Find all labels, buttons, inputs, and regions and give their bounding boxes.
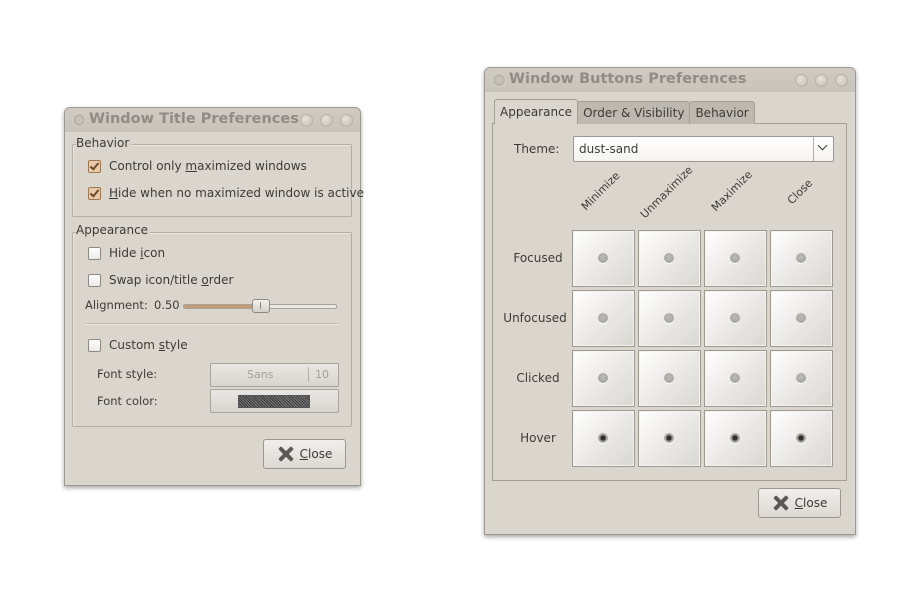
button-preview-icon (796, 433, 806, 443)
preview-cell-unfocused-unmaximize (638, 290, 701, 347)
chevron-down-icon[interactable] (813, 137, 833, 161)
checkbox-box[interactable] (88, 246, 101, 260)
tab-appearance[interactable]: Appearance (494, 99, 579, 124)
button-preview-icon (598, 313, 608, 323)
button-preview-icon (664, 313, 674, 323)
preview-cell-hover-unmaximize (638, 410, 701, 467)
row-label-focused: Focused (513, 251, 563, 265)
button-preview-icon (598, 433, 608, 443)
titlebar[interactable]: Window Buttons Preferences (485, 68, 855, 92)
swap-icon-title-order-checkbox[interactable]: Swap icon/title order (88, 273, 233, 287)
alignment-value: 0.50 (154, 298, 180, 312)
theme-value: dust-sand (579, 142, 639, 156)
button-preview-icon (598, 253, 608, 263)
row-label-clicked: Clicked (516, 371, 560, 385)
preview-cell-hover-minimize (572, 410, 635, 467)
behavior-label: Behavior (76, 136, 132, 150)
preview-cell-clicked-minimize (572, 350, 635, 407)
minimize-window-button[interactable] (300, 114, 313, 127)
preview-cell-focused-maximize (704, 230, 767, 287)
window-menu-icon[interactable] (492, 73, 506, 87)
preview-cell-hover-maximize (704, 410, 767, 467)
button-preview-icon (730, 313, 740, 323)
font-color-button[interactable] (210, 389, 339, 413)
font-size: 10 (315, 368, 329, 381)
preview-cell-unfocused-maximize (704, 290, 767, 347)
window-menu-icon[interactable] (72, 113, 86, 127)
button-preview-icon (598, 373, 608, 383)
preview-cell-clicked-close (770, 350, 833, 407)
preview-cell-clicked-unmaximize (638, 350, 701, 407)
close-button[interactable]: Close (263, 439, 346, 469)
maximize-window-button[interactable] (320, 114, 333, 127)
hide-icon-checkbox[interactable]: Hide icon (88, 246, 165, 260)
window-title: Window Buttons Preferences (509, 71, 747, 87)
button-preview-icon (796, 313, 806, 323)
preview-cell-focused-close (770, 230, 833, 287)
button-preview-icon (796, 253, 806, 263)
window-title: Window Title Preferences (89, 111, 299, 127)
titlebar[interactable]: Window Title Preferences (65, 108, 360, 132)
checkbox-box[interactable] (88, 186, 101, 200)
button-preview-icon (796, 373, 806, 383)
alignment-label: Alignment: (85, 298, 148, 312)
preview-cell-hover-close (770, 410, 833, 467)
window-title-preferences-dialog: Window Title Preferences Behavior Contro… (64, 107, 364, 486)
control-only-maximized-checkbox[interactable]: Control only maximized windows (88, 159, 307, 173)
close-button[interactable]: Close (758, 488, 841, 518)
tab-order-visibility[interactable]: Order & Visibility (577, 101, 691, 124)
preview-cell-focused-unmaximize (638, 230, 701, 287)
alignment-slider[interactable] (183, 299, 337, 313)
checkbox-box[interactable] (88, 273, 101, 287)
separator (85, 323, 339, 325)
font-style-button[interactable]: Sans 10 (210, 363, 339, 387)
preview-cell-unfocused-close (770, 290, 833, 347)
font-style-label: Font style: (97, 367, 158, 381)
checkbox-box[interactable] (88, 159, 101, 173)
button-preview-icon (664, 253, 674, 263)
checkbox-box[interactable] (88, 338, 101, 352)
preview-cell-clicked-maximize (704, 350, 767, 407)
hide-when-no-maximized-checkbox[interactable]: Hide when no maximized window is active (88, 186, 364, 200)
close-window-button[interactable] (340, 114, 353, 127)
alignment-slider-fill (184, 305, 260, 308)
close-x-icon (277, 445, 295, 463)
font-size-divider (308, 367, 309, 382)
preview-cell-focused-minimize (572, 230, 635, 287)
tab-behavior[interactable]: Behavior (689, 101, 755, 124)
minimize-window-button[interactable] (795, 74, 808, 87)
close-window-button[interactable] (835, 74, 848, 87)
custom-style-checkbox[interactable]: Custom style (88, 338, 188, 352)
row-label-unfocused: Unfocused (503, 311, 567, 325)
theme-combobox[interactable]: dust-sand (573, 136, 834, 162)
tab-bar: Appearance Order & Visibility Behavior (494, 99, 755, 124)
maximize-window-button[interactable] (815, 74, 828, 87)
button-preview-icon (664, 373, 674, 383)
row-label-hover: Hover (520, 431, 556, 445)
alignment-slider-handle[interactable] (252, 299, 270, 313)
font-name: Sans (247, 368, 274, 381)
button-preview-icon (730, 433, 740, 443)
font-color-label: Font color: (97, 394, 158, 408)
button-preview-icon (664, 433, 674, 443)
button-preview-icon (730, 253, 740, 263)
window-buttons-preferences-dialog: Window Buttons Preferences Appearance Or… (484, 67, 856, 535)
appearance-label: Appearance (76, 223, 151, 237)
theme-label: Theme: (514, 142, 560, 156)
font-color-swatch (238, 395, 310, 408)
preview-cell-unfocused-minimize (572, 290, 635, 347)
behavior-frame (72, 144, 352, 217)
close-x-icon (772, 494, 790, 512)
button-preview-icon (730, 373, 740, 383)
